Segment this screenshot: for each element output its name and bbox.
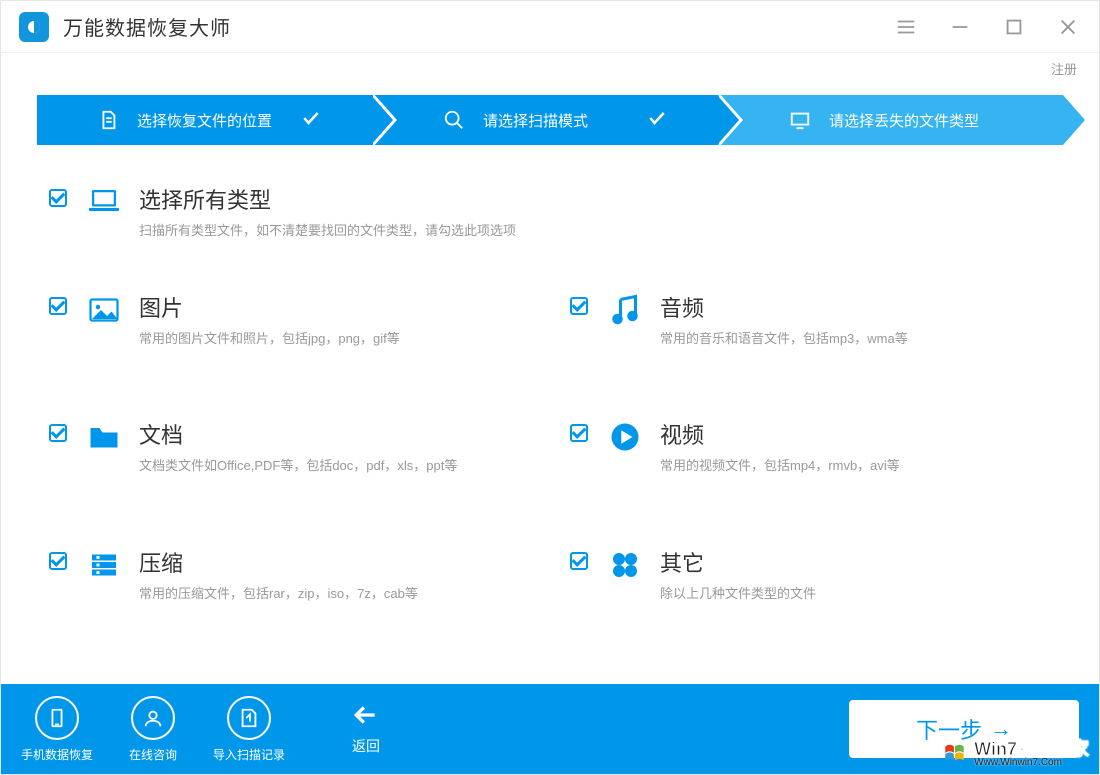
option-audio[interactable]: 音频 常用的音乐和语音文件，包括mp3，wma等 <box>570 291 1051 349</box>
grid-icon <box>606 546 644 584</box>
register-link[interactable]: 注册 <box>1051 59 1077 78</box>
folder-icon <box>85 418 123 456</box>
step-label: 请选择丢失的文件类型 <box>829 110 979 131</box>
option-desc: 扫描所有类型文件，如不清楚要找回的文件类型，请勾选此项选项 <box>139 221 1051 241</box>
next-label: 下一步 <box>916 713 982 745</box>
next-button[interactable]: 下一步 → <box>849 700 1079 758</box>
bottom-label: 导入扫描记录 <box>213 746 285 763</box>
bottom-label: 在线咨询 <box>129 746 177 763</box>
back-button[interactable]: 返回 <box>351 702 381 756</box>
title-bar: 万能数据恢复大师 <box>1 1 1099 53</box>
checkbox-video[interactable] <box>570 424 588 442</box>
option-title: 压缩 <box>139 546 530 578</box>
option-title: 音频 <box>660 291 1051 323</box>
progress-steps: 选择恢复文件的位置 请选择扫描模式 请选择丢失的文件类型 <box>37 95 1063 145</box>
progress-wrap: 选择恢复文件的位置 请选择扫描模式 请选择丢失的文件类型 <box>1 83 1099 153</box>
import-scan-button[interactable]: 导入扫描记录 <box>213 696 285 763</box>
document-icon <box>97 109 119 131</box>
checkbox-archive[interactable] <box>49 552 67 570</box>
phone-recovery-button[interactable]: 手机数据恢复 <box>21 696 93 763</box>
back-label: 返回 <box>352 736 380 756</box>
option-desc: 常用的压缩文件，包括rar，zip，iso，7z，cab等 <box>139 584 530 604</box>
register-row: 注册 <box>1 53 1099 83</box>
option-desc: 文档类文件如Office,PDF等，包括doc，pdf，xls，ppt等 <box>139 456 530 476</box>
checkbox-other[interactable] <box>570 552 588 570</box>
image-icon <box>85 291 123 329</box>
checkbox-all[interactable] <box>49 189 67 207</box>
maximize-icon[interactable] <box>1001 14 1027 40</box>
step-label: 请选择扫描模式 <box>483 110 588 131</box>
menu-icon[interactable] <box>893 14 919 40</box>
laptop-icon <box>85 183 123 221</box>
archive-icon <box>85 546 123 584</box>
option-image[interactable]: 图片 常用的图片文件和照片，包括jpg，png，gif等 <box>49 291 530 349</box>
arrow-left-icon <box>351 702 381 728</box>
option-title: 其它 <box>660 546 1051 578</box>
step-location[interactable]: 选择恢复文件的位置 <box>37 95 371 145</box>
options-area: 选择所有类型 扫描所有类型文件，如不清楚要找回的文件类型，请勾选此项选项 图片 … <box>1 153 1099 613</box>
check-icon <box>301 108 331 132</box>
checkbox-audio[interactable] <box>570 297 588 315</box>
option-all-types[interactable]: 选择所有类型 扫描所有类型文件，如不清楚要找回的文件类型，请勾选此项选项 <box>49 183 1051 241</box>
bottom-bar: 手机数据恢复 在线咨询 导入扫描记录 返回 下一步 → <box>1 684 1099 774</box>
bottom-label: 手机数据恢复 <box>21 746 93 763</box>
option-desc: 常用的视频文件，包括mp4，rmvb，avi等 <box>660 456 1051 476</box>
phone-icon <box>35 696 79 740</box>
step-file-type[interactable]: 请选择丢失的文件类型 <box>717 95 1063 145</box>
search-icon <box>443 109 465 131</box>
minimize-icon[interactable] <box>947 14 973 40</box>
import-icon <box>227 696 271 740</box>
step-scan-mode[interactable]: 请选择扫描模式 <box>371 95 717 145</box>
option-desc: 除以上几种文件类型的文件 <box>660 584 1051 604</box>
online-chat-button[interactable]: 在线咨询 <box>129 696 177 763</box>
option-other[interactable]: 其它 除以上几种文件类型的文件 <box>570 546 1051 604</box>
option-archive[interactable]: 压缩 常用的压缩文件，包括rar，zip，iso，7z，cab等 <box>49 546 530 604</box>
play-icon <box>606 418 644 456</box>
option-video[interactable]: 视频 常用的视频文件，包括mp4，rmvb，avi等 <box>570 418 1051 476</box>
app-logo <box>19 12 49 42</box>
checkbox-document[interactable] <box>49 424 67 442</box>
option-title: 图片 <box>139 291 530 323</box>
window-controls <box>893 14 1081 40</box>
option-title: 文档 <box>139 418 530 450</box>
app-title: 万能数据恢复大师 <box>63 12 231 41</box>
option-desc: 常用的音乐和语音文件，包括mp3，wma等 <box>660 329 1051 349</box>
option-document[interactable]: 文档 文档类文件如Office,PDF等，包括doc，pdf，xls，ppt等 <box>49 418 530 476</box>
step-label: 选择恢复文件的位置 <box>137 110 272 131</box>
option-title: 选择所有类型 <box>139 183 1051 215</box>
close-icon[interactable] <box>1055 14 1081 40</box>
checkbox-image[interactable] <box>49 297 67 315</box>
monitor-icon <box>789 109 811 131</box>
user-icon <box>131 696 175 740</box>
check-icon <box>647 108 677 132</box>
music-icon <box>606 291 644 329</box>
option-desc: 常用的图片文件和照片，包括jpg，png，gif等 <box>139 329 530 349</box>
option-title: 视频 <box>660 418 1051 450</box>
